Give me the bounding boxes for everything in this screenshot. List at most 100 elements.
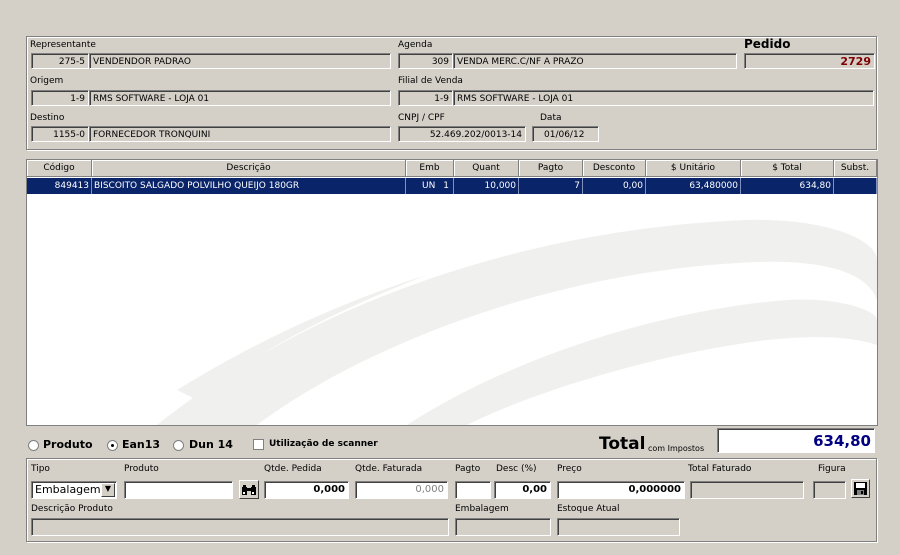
total-sub-label: com Impostos bbox=[648, 444, 705, 453]
destino-name: FORNECEDOR TRONQUINI bbox=[93, 130, 211, 140]
qtde-faturada-label: Qtde. Faturada bbox=[355, 464, 423, 474]
representante-label: Representante bbox=[30, 40, 96, 50]
save-button[interactable] bbox=[851, 479, 870, 498]
pedido-value: 2729 bbox=[840, 55, 871, 68]
total-label: Total bbox=[599, 434, 646, 454]
cell-unitario: 63,480000 bbox=[646, 178, 741, 194]
origem-label: Origem bbox=[30, 76, 64, 86]
col-header-unitario[interactable]: $ Unitário bbox=[646, 160, 741, 177]
origem-name: RMS SOFTWARE - LOJA 01 bbox=[93, 94, 210, 104]
radio-produto-label[interactable]: Produto bbox=[43, 438, 93, 451]
filial-code: 1-9 bbox=[434, 94, 449, 104]
figura-label: Figura bbox=[818, 464, 846, 474]
agenda-name: VENDA MERC.C/NF A PRAZO bbox=[457, 57, 584, 67]
origem-code-field[interactable]: 1-9 bbox=[31, 90, 89, 106]
origem-code: 1-9 bbox=[70, 94, 85, 104]
preco-label: Preço bbox=[557, 464, 582, 474]
cell-emb-qty: 1 bbox=[443, 181, 449, 191]
radio-dun14-label[interactable]: Dun 14 bbox=[189, 438, 233, 451]
cell-total: 634,80 bbox=[741, 178, 834, 194]
pedido-label: Pedido bbox=[744, 37, 791, 51]
qtde-faturada-value: 0,000 bbox=[415, 484, 444, 495]
floppy-disk-icon bbox=[854, 482, 867, 495]
data-field[interactable]: 01/06/12 bbox=[532, 126, 599, 142]
cell-codigo: 849413 bbox=[27, 178, 92, 194]
tipo-value: Embalagem bbox=[35, 483, 101, 496]
col-header-total[interactable]: $ Total bbox=[741, 160, 834, 177]
embalagem-field bbox=[455, 518, 551, 536]
total-faturado-label: Total Faturado bbox=[688, 464, 752, 474]
binoculars-icon bbox=[242, 485, 256, 495]
col-header-pagto[interactable]: Pagto bbox=[519, 160, 583, 177]
agenda-code: 309 bbox=[431, 57, 449, 67]
cell-desconto: 0,00 bbox=[583, 178, 646, 194]
cell-emb-unit: UN bbox=[422, 181, 436, 191]
data-label: Data bbox=[540, 113, 562, 123]
cell-descricao: BISCOITO SALGADO POLVILHO QUEIJO 180GR bbox=[92, 178, 406, 194]
desc-value: 0,00 bbox=[522, 484, 547, 495]
qtde-pedida-value: 0,000 bbox=[313, 484, 345, 495]
cnpj-label: CNPJ / CPF bbox=[398, 113, 445, 123]
origem-name-field[interactable]: RMS SOFTWARE - LOJA 01 bbox=[89, 90, 391, 106]
produto-label: Produto bbox=[124, 464, 159, 474]
produto-input[interactable] bbox=[124, 481, 233, 499]
binoculars-search-button[interactable] bbox=[239, 480, 259, 499]
estoque-field bbox=[557, 518, 680, 536]
cell-emb: UN 1 bbox=[406, 178, 454, 194]
filial-code-field[interactable]: 1-9 bbox=[398, 90, 453, 106]
destino-code: 1155-0 bbox=[53, 130, 85, 140]
descricao-produto-label: Descrição Produto bbox=[31, 504, 113, 514]
col-header-subst[interactable]: Subst. bbox=[834, 160, 877, 177]
radio-ean13[interactable] bbox=[107, 440, 118, 451]
col-header-quant[interactable]: Quant bbox=[454, 160, 519, 177]
radio-dun14[interactable] bbox=[173, 440, 184, 451]
representante-code-field[interactable]: 275-5 bbox=[31, 53, 89, 69]
agenda-code-field[interactable]: 309 bbox=[398, 53, 453, 69]
preco-input[interactable]: 0,000000 bbox=[557, 481, 685, 499]
pagto-input[interactable] bbox=[455, 481, 491, 499]
embalagem-label: Embalagem bbox=[455, 504, 509, 514]
col-header-emb[interactable]: Emb bbox=[406, 160, 454, 177]
descricao-produto-field bbox=[31, 518, 449, 536]
destino-code-field[interactable]: 1155-0 bbox=[31, 126, 89, 142]
filial-label: Filial de Venda bbox=[398, 76, 463, 86]
cell-quant: 10,000 bbox=[454, 178, 519, 194]
qtde-faturada-input: 0,000 bbox=[355, 481, 448, 499]
pedido-field[interactable]: 2729 bbox=[744, 53, 875, 69]
radio-ean13-label[interactable]: Ean13 bbox=[122, 438, 160, 451]
scanner-label[interactable]: Utilização de scanner bbox=[269, 439, 378, 449]
filial-name-field[interactable]: RMS SOFTWARE - LOJA 01 bbox=[453, 90, 874, 106]
background-watermark bbox=[157, 219, 877, 425]
preco-value: 0,000000 bbox=[628, 484, 681, 495]
tipo-label: Tipo bbox=[31, 464, 50, 474]
qtde-pedida-label: Qtde. Pedida bbox=[264, 464, 322, 474]
chevron-down-icon[interactable]: ▼ bbox=[101, 483, 115, 497]
agenda-label: Agenda bbox=[398, 40, 433, 50]
representante-name: VENDENDOR PADRAO bbox=[93, 57, 191, 67]
cnpj-field[interactable]: 52.469.202/0013-14 bbox=[398, 126, 526, 142]
desc-label: Desc (%) bbox=[496, 464, 537, 474]
total-field: 634,80 bbox=[717, 428, 875, 453]
cell-pagto: 7 bbox=[519, 178, 583, 194]
representante-code: 275-5 bbox=[58, 57, 85, 67]
col-header-desconto[interactable]: Desconto bbox=[583, 160, 646, 177]
radio-produto[interactable] bbox=[28, 440, 39, 451]
estoque-label: Estoque Atual bbox=[557, 504, 620, 514]
items-grid[interactable]: Código Descrição Emb Quant Pagto Descont… bbox=[26, 159, 878, 426]
cnpj-value: 52.469.202/0013-14 bbox=[429, 130, 522, 140]
cell-subst bbox=[834, 178, 877, 194]
col-header-descricao[interactable]: Descrição bbox=[92, 160, 406, 177]
scanner-checkbox[interactable] bbox=[253, 439, 264, 450]
desc-input[interactable]: 0,00 bbox=[494, 481, 551, 499]
qtde-pedida-input[interactable]: 0,000 bbox=[264, 481, 349, 499]
destino-label: Destino bbox=[30, 113, 65, 123]
representante-name-field[interactable]: VENDENDOR PADRAO bbox=[89, 53, 391, 69]
destino-name-field[interactable]: FORNECEDOR TRONQUINI bbox=[89, 126, 391, 142]
total-value: 634,80 bbox=[813, 432, 871, 450]
tipo-select[interactable]: Embalagem ▼ bbox=[31, 481, 117, 499]
filial-name: RMS SOFTWARE - LOJA 01 bbox=[457, 94, 574, 104]
pagto-label: Pagto bbox=[455, 464, 481, 474]
agenda-name-field[interactable]: VENDA MERC.C/NF A PRAZO bbox=[453, 53, 737, 69]
figura-field bbox=[813, 481, 846, 499]
col-header-codigo[interactable]: Código bbox=[27, 160, 92, 177]
